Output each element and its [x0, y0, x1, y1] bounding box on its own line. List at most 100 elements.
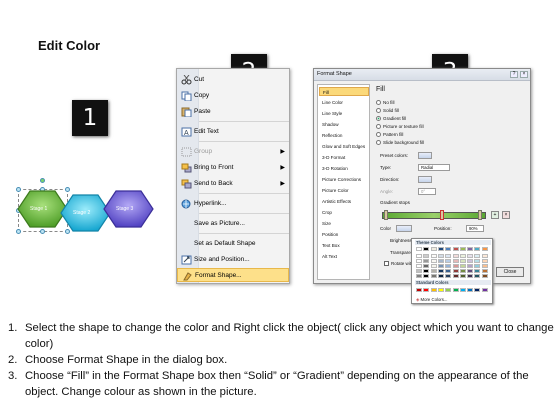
- radio-no-fill[interactable]: No fill: [376, 100, 395, 106]
- standard-color-swatch[interactable]: [452, 288, 459, 292]
- radio-picture-fill[interactable]: Picture or texture fill: [376, 124, 424, 130]
- category-fill[interactable]: Fill: [319, 87, 369, 96]
- standard-color-swatch[interactable]: [467, 288, 474, 292]
- theme-color-swatch[interactable]: [416, 259, 422, 263]
- category-line-style[interactable]: Line Style: [319, 109, 369, 118]
- theme-color-swatch[interactable]: [459, 274, 466, 278]
- standard-color-swatch[interactable]: [445, 288, 452, 292]
- theme-color-swatch[interactable]: [437, 274, 444, 278]
- theme-color-swatch[interactable]: [452, 254, 459, 258]
- theme-color-swatch[interactable]: [474, 247, 481, 251]
- theme-color-swatch[interactable]: [445, 247, 452, 251]
- theme-color-swatch[interactable]: [430, 264, 437, 268]
- standard-color-swatch[interactable]: [437, 288, 444, 292]
- gradient-bar[interactable]: [382, 212, 486, 219]
- menu-item-size-position[interactable]: Size and Position...: [177, 253, 289, 267]
- close-button[interactable]: Close: [496, 267, 524, 277]
- theme-color-swatch[interactable]: [430, 259, 437, 263]
- category-shadow[interactable]: Shadow: [319, 120, 369, 129]
- preset-colors-dropdown[interactable]: [418, 152, 432, 159]
- standard-color-swatch[interactable]: [423, 288, 430, 292]
- theme-color-swatch[interactable]: [467, 247, 474, 251]
- theme-color-swatch[interactable]: [423, 274, 430, 278]
- theme-color-swatch[interactable]: [452, 247, 459, 251]
- close-icon[interactable]: ×: [520, 71, 528, 78]
- category-position[interactable]: Position: [319, 230, 369, 239]
- theme-color-swatch[interactable]: [459, 269, 466, 273]
- theme-color-swatch[interactable]: [467, 264, 474, 268]
- menu-item-hyperlink[interactable]: Hyperlink...: [177, 197, 289, 211]
- theme-color-swatch[interactable]: [459, 247, 466, 251]
- theme-color-swatch[interactable]: [430, 269, 437, 273]
- gradient-stop[interactable]: [384, 210, 388, 220]
- menu-item-edit-text[interactable]: A Edit Text: [177, 125, 289, 139]
- angle-input[interactable]: 0°: [418, 188, 436, 195]
- gradient-stop-selected[interactable]: [440, 210, 444, 220]
- category-reflection[interactable]: Reflection: [319, 131, 369, 140]
- theme-color-swatch[interactable]: [445, 274, 452, 278]
- theme-color-swatch[interactable]: [430, 254, 437, 258]
- standard-color-swatch[interactable]: [430, 288, 437, 292]
- menu-item-send-to-back[interactable]: Send to Back ▶: [177, 177, 289, 191]
- theme-color-swatch[interactable]: [467, 259, 474, 263]
- theme-color-swatch[interactable]: [437, 259, 444, 263]
- theme-color-swatch[interactable]: [430, 247, 437, 251]
- theme-color-swatch[interactable]: [474, 264, 481, 268]
- theme-color-swatch[interactable]: [423, 247, 430, 251]
- radio-slide-background-fill[interactable]: Slide background fill: [376, 140, 424, 146]
- category-crop[interactable]: Crop: [319, 208, 369, 217]
- theme-color-swatch[interactable]: [459, 254, 466, 258]
- theme-color-swatch[interactable]: [481, 264, 488, 268]
- help-icon[interactable]: ?: [510, 71, 518, 78]
- theme-color-swatch[interactable]: [474, 269, 481, 273]
- theme-color-swatch[interactable]: [474, 274, 481, 278]
- theme-color-swatch[interactable]: [452, 259, 459, 263]
- category-size[interactable]: Size: [319, 219, 369, 228]
- category-picture-color[interactable]: Picture Color: [319, 186, 369, 195]
- theme-color-swatch[interactable]: [481, 269, 488, 273]
- category-text-box[interactable]: Text Box: [319, 241, 369, 250]
- category-line-color[interactable]: Line Color: [319, 98, 369, 107]
- type-dropdown[interactable]: Radial: [418, 164, 450, 171]
- theme-color-swatch[interactable]: [481, 247, 488, 251]
- category-alt-text[interactable]: Alt Text: [319, 252, 369, 261]
- radio-pattern-fill[interactable]: Pattern fill: [376, 132, 403, 138]
- theme-color-swatch[interactable]: [423, 269, 430, 273]
- theme-color-swatch[interactable]: [437, 254, 444, 258]
- standard-color-swatch[interactable]: [459, 288, 466, 292]
- theme-color-swatch[interactable]: [445, 269, 452, 273]
- menu-item-paste[interactable]: Paste: [177, 105, 289, 119]
- gradient-stop[interactable]: [478, 210, 482, 220]
- position-input[interactable]: 90%: [466, 225, 484, 232]
- standard-color-swatch[interactable]: [474, 288, 481, 292]
- radio-gradient-fill[interactable]: Gradient fill: [376, 116, 406, 122]
- theme-color-swatch[interactable]: [423, 254, 430, 258]
- theme-color-swatch[interactable]: [467, 274, 474, 278]
- theme-color-swatch[interactable]: [416, 264, 422, 268]
- theme-color-swatch[interactable]: [481, 259, 488, 263]
- theme-color-swatch[interactable]: [423, 259, 430, 263]
- theme-color-swatch[interactable]: [445, 264, 452, 268]
- theme-color-swatch[interactable]: [467, 269, 474, 273]
- theme-color-swatch[interactable]: [430, 274, 437, 278]
- theme-color-swatch[interactable]: [459, 264, 466, 268]
- theme-color-swatch[interactable]: [481, 254, 488, 258]
- add-stop-icon[interactable]: +: [491, 211, 499, 219]
- rotation-handle[interactable]: [40, 178, 45, 183]
- category-picture-corrections[interactable]: Picture Corrections: [319, 175, 369, 184]
- menu-item-bring-to-front[interactable]: Bring to Front ▶: [177, 161, 289, 175]
- theme-color-swatch[interactable]: [452, 264, 459, 268]
- category-3d-rotation[interactable]: 3-D Rotation: [319, 164, 369, 173]
- theme-color-swatch[interactable]: [459, 259, 466, 263]
- theme-color-swatch[interactable]: [416, 247, 422, 251]
- theme-color-swatch[interactable]: [437, 264, 444, 268]
- remove-stop-icon[interactable]: ×: [502, 211, 510, 219]
- menu-item-set-default-shape[interactable]: Set as Default Shape: [177, 237, 289, 251]
- more-colors-link[interactable]: ◈ More Colors...: [416, 297, 448, 303]
- standard-color-swatch[interactable]: [416, 288, 422, 292]
- theme-color-swatch[interactable]: [452, 274, 459, 278]
- theme-color-swatch[interactable]: [437, 269, 444, 273]
- menu-item-save-as-picture[interactable]: Save as Picture...: [177, 217, 289, 231]
- category-3d-format[interactable]: 3-D Format: [319, 153, 369, 162]
- menu-item-copy[interactable]: Copy: [177, 89, 289, 103]
